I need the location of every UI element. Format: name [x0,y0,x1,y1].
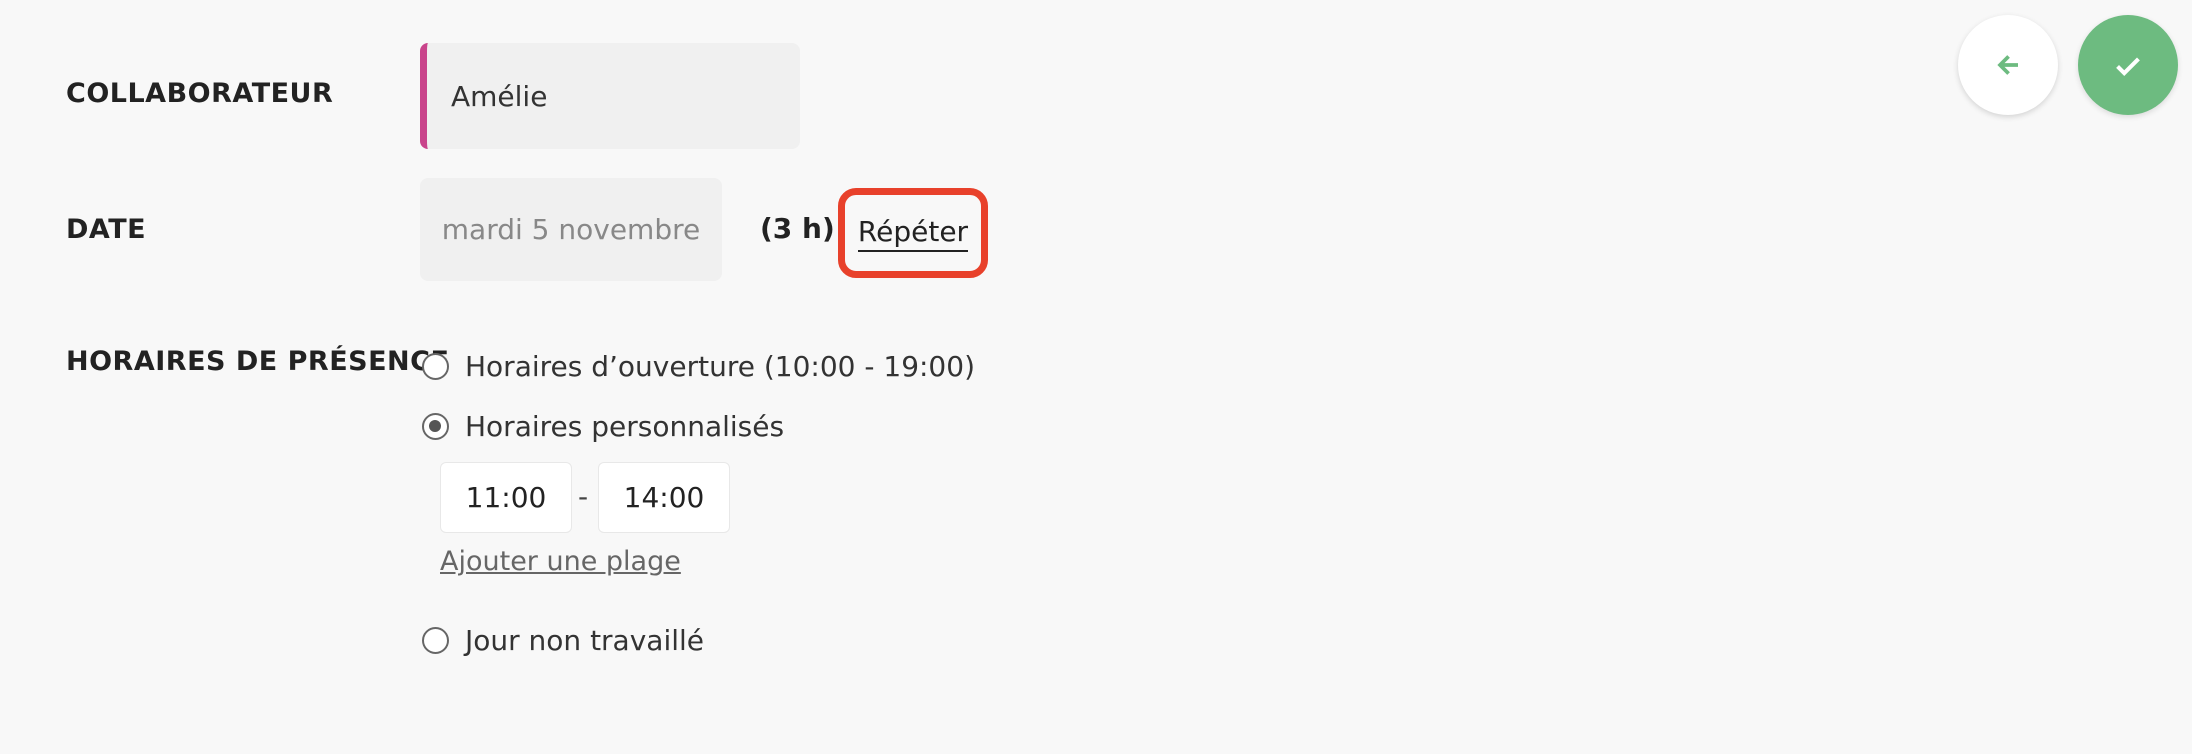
repeat-button[interactable]: Répéter [838,188,988,278]
time-start-value: 11:00 [465,481,547,514]
check-icon [2116,57,2140,76]
presence-hours-label: HORAIRES DE PRÉSENCE [66,346,450,377]
opening-hours-label: Horaires d’ouverture (10:00 - 19:00) [465,350,975,383]
opening-hours-option[interactable]: Horaires d’ouverture (10:00 - 19:00) [422,350,975,383]
date-label: DATE [66,214,147,245]
time-start-input[interactable]: 11:00 [440,462,572,533]
duration-text: (3 h) [760,212,835,245]
day-off-option[interactable]: Jour non travaillé [422,624,704,657]
collaborator-field[interactable]: Amélie [420,43,800,149]
custom-hours-option[interactable]: Horaires personnalisés [422,410,784,443]
date-value: mardi 5 novembre [441,213,701,246]
confirm-button[interactable] [2078,15,2178,115]
time-end-value: 14:00 [623,481,705,514]
arrow-left-icon [1997,55,2018,75]
time-end-input[interactable]: 14:00 [598,462,730,533]
radio-day-off[interactable] [422,627,449,654]
radio-custom-hours[interactable] [422,413,449,440]
collaborator-value: Amélie [451,79,548,113]
collaborator-label: COLLABORATEUR [66,78,334,109]
back-button[interactable] [1958,15,2058,115]
date-field[interactable]: mardi 5 novembre [420,178,722,281]
add-range-link[interactable]: Ajouter une plage [440,546,681,577]
day-off-label: Jour non travaillé [465,624,705,657]
repeat-label: Répéter [857,215,969,252]
custom-hours-label: Horaires personnalisés [465,410,785,443]
time-separator: - [578,480,589,513]
radio-opening-hours[interactable] [422,353,449,380]
